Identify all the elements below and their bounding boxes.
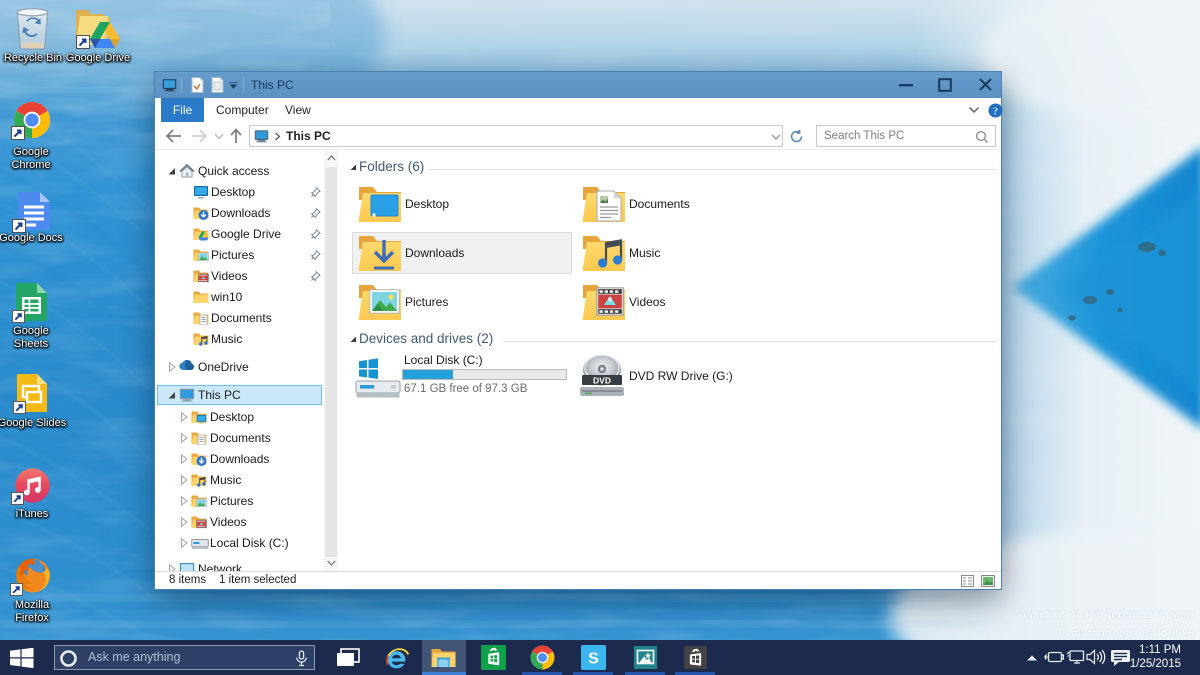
svg-text:S: S: [588, 651, 599, 668]
svg-text:DVD: DVD: [593, 375, 611, 385]
svg-text:?: ?: [993, 105, 999, 117]
